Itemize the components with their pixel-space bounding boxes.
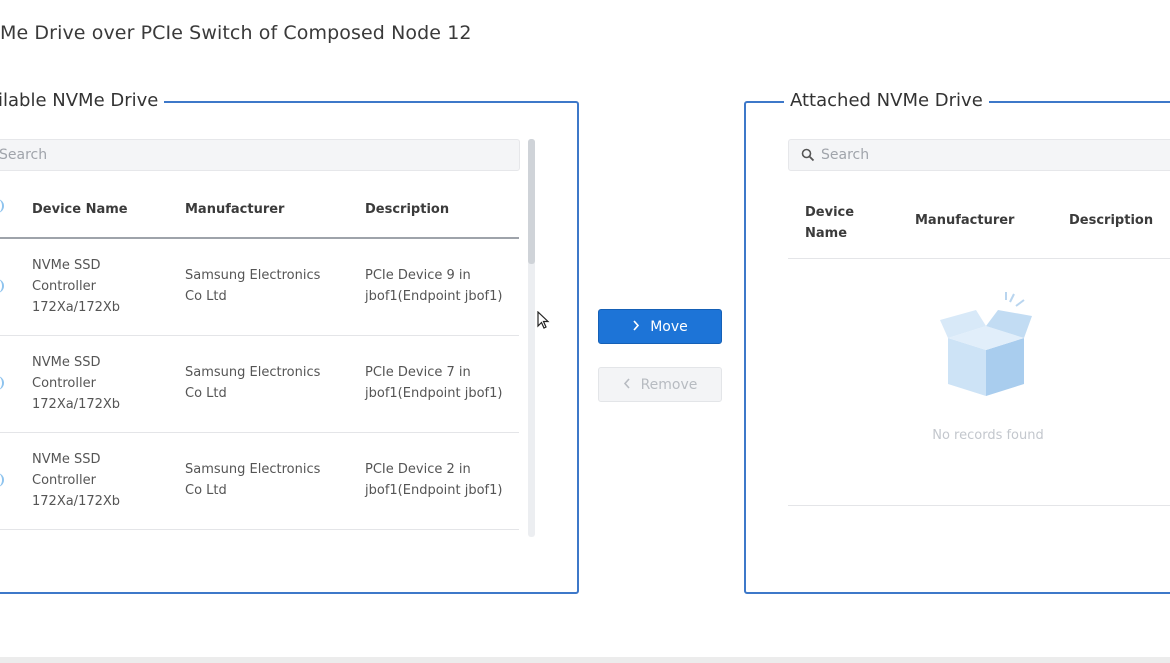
available-table-scrollbar[interactable] <box>528 139 535 537</box>
remove-button-label: Remove <box>640 376 698 393</box>
empty-box-icon <box>928 292 1048 402</box>
mouse-cursor-icon <box>537 310 551 335</box>
attached-table-header: Device Name Manufacturer Description <box>788 173 1170 259</box>
device-name-cell: NVMe SSD Controller 172Xa/172Xb <box>32 355 121 412</box>
table-row[interactable]: NVMe SSD Controller 172Xa/172Xb Samsung … <box>0 433 519 530</box>
page-title: Me Drive over PCIe Switch of Composed No… <box>0 22 472 44</box>
divider <box>788 505 1170 506</box>
device-name-cell: NVMe SSD Controller 172Xa/172Xb <box>32 452 121 509</box>
remove-button[interactable]: Remove <box>598 367 722 402</box>
move-button[interactable]: Move <box>598 309 722 344</box>
empty-state-text: No records found <box>932 428 1044 443</box>
column-description[interactable]: Description <box>1069 213 1153 228</box>
column-manufacturer[interactable]: Manufacturer <box>915 213 1014 228</box>
row-checkbox[interactable] <box>0 376 4 390</box>
manufacturer-cell: Samsung Electronics Co Ltd <box>185 268 321 304</box>
attached-search-input[interactable]: Search <box>788 139 1170 171</box>
description-cell: PCIe Device 9 in jbof1(Endpoint jbof1) <box>365 268 503 304</box>
description-cell: PCIe Device 7 in jbof1(Endpoint jbof1) <box>365 365 503 401</box>
available-nvme-drive-panel: ilable NVMe Drive Search Device Name Man… <box>0 90 579 594</box>
column-device-name[interactable]: Device Name <box>805 202 854 244</box>
search-icon <box>801 148 815 162</box>
select-all-checkbox[interactable] <box>0 199 4 213</box>
column-description[interactable]: Description <box>365 202 449 217</box>
row-checkbox[interactable] <box>0 473 4 487</box>
move-button-label: Move <box>650 318 688 335</box>
available-table-header: Device Name Manufacturer Description <box>0 173 519 239</box>
scrollbar-thumb[interactable] <box>528 139 535 264</box>
description-cell: PCIe Device 2 in jbof1(Endpoint jbof1) <box>365 462 503 498</box>
available-search-input[interactable]: Search <box>0 139 520 171</box>
search-placeholder: Search <box>0 147 48 163</box>
search-placeholder: Search <box>821 147 870 163</box>
table-row[interactable]: NVMe SSD Controller 172Xa/172Xb Samsung … <box>0 336 519 433</box>
empty-state: No records found <box>788 288 1170 443</box>
available-panel-legend: ilable NVMe Drive <box>0 90 165 112</box>
row-checkbox[interactable] <box>0 279 4 293</box>
device-name-cell: NVMe SSD Controller 172Xa/172Xb <box>32 258 121 315</box>
bottom-edge <box>0 657 1170 663</box>
manufacturer-cell: Samsung Electronics Co Ltd <box>185 365 321 401</box>
column-device-name[interactable]: Device Name <box>32 202 128 217</box>
attached-panel-legend: Attached NVMe Drive <box>784 90 989 112</box>
attached-nvme-drive-panel: Attached NVMe Drive Search Device Name M… <box>744 90 1170 594</box>
chevron-left-icon <box>623 377 631 393</box>
column-manufacturer[interactable]: Manufacturer <box>185 202 284 217</box>
manufacturer-cell: Samsung Electronics Co Ltd <box>185 462 321 498</box>
table-row[interactable]: NVMe SSD Controller 172Xa/172Xb Samsung … <box>0 239 519 336</box>
chevron-right-icon <box>632 319 640 335</box>
